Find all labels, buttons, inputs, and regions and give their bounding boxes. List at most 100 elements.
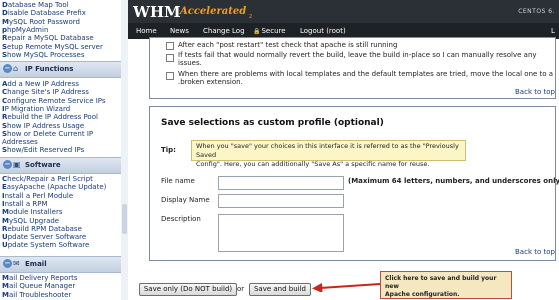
option-label: issues. bbox=[178, 59, 202, 67]
sidebar-link-text: how IP Address Usage bbox=[7, 121, 85, 130]
description-label: Description bbox=[161, 215, 201, 223]
nav-secure[interactable]: 🔒Secure bbox=[253, 27, 286, 35]
lock-icon: 🔒 bbox=[253, 28, 261, 35]
section-title: Save selections as custom profile (optio… bbox=[161, 118, 384, 128]
file-name-note: (Maximum 64 letters, numbers, and unders… bbox=[348, 177, 559, 185]
save-only-button[interactable]: Save only (Do NOT build) bbox=[139, 283, 237, 296]
nav-change-log[interactable]: Change Log bbox=[203, 27, 245, 35]
sidebar-link[interactable]: Addresses bbox=[2, 138, 38, 146]
sidebar-section-ip-functions[interactable]: − ⌂ IP Functions bbox=[0, 61, 121, 78]
nav-home[interactable]: Home bbox=[136, 27, 157, 35]
sidebar-link-text: hpMyAdmin bbox=[7, 25, 49, 34]
option-checkbox-broken-extension[interactable] bbox=[166, 72, 174, 80]
sidebar-link[interactable]: EasyApache (Apache Update) bbox=[2, 183, 106, 191]
back-to-top-link[interactable]: Back to top bbox=[515, 248, 555, 256]
sidebar-link-text: nstall a RPM bbox=[4, 199, 48, 208]
collapse-icon[interactable]: − bbox=[3, 259, 12, 268]
sidebar-link[interactable]: Rebuild RPM Database bbox=[2, 225, 82, 233]
whm-logo-version: 2 bbox=[249, 14, 253, 20]
sidebar: Database Map Tool Disable Database Prefix… bbox=[0, 0, 128, 300]
sidebar-link[interactable]: Mail Delivery Reports bbox=[2, 274, 78, 282]
sidebar-link[interactable]: Rebuild the IP Address Pool bbox=[2, 113, 98, 121]
description-textarea[interactable] bbox=[218, 214, 344, 252]
sidebar-link-text: ySQL Upgrade bbox=[8, 216, 60, 225]
sidebar-link[interactable]: Change Site's IP Address bbox=[2, 88, 89, 96]
file-name-label: File name bbox=[161, 177, 195, 185]
main-content: After each "post restart" test check tha… bbox=[128, 37, 559, 300]
option-label: .broken extension. bbox=[178, 78, 243, 86]
sidebar-link[interactable]: Show MySQL Processes bbox=[2, 51, 84, 59]
sidebar-link-initial: M bbox=[2, 290, 9, 299]
sidebar-link-text: how or Delete Current IP bbox=[7, 129, 94, 138]
sidebar-link-text: onfigure Remote Service IPs bbox=[7, 96, 106, 105]
sidebar-link-text: P Migration Wizard bbox=[4, 104, 71, 113]
sidebar-link[interactable]: IP Migration Wizard bbox=[2, 105, 70, 113]
sidebar-link-text: pdate Server Software bbox=[7, 233, 87, 242]
option-label: When there are problems with local templ… bbox=[178, 70, 554, 78]
sidebar-scrollbar[interactable] bbox=[121, 0, 128, 300]
whm-logo-accent: Accelerated bbox=[180, 6, 247, 17]
display-name-input[interactable] bbox=[218, 194, 344, 208]
sidebar-link[interactable]: Mail Troubleshooter bbox=[2, 291, 71, 299]
sidebar-link[interactable]: Update Server Software bbox=[2, 233, 86, 241]
nav-news[interactable]: News bbox=[170, 27, 189, 35]
sidebar-section-title: Software bbox=[25, 161, 61, 169]
sidebar-link[interactable]: Module Installers bbox=[2, 208, 63, 216]
sidebar-link-text: epair a MySQL Database bbox=[7, 34, 94, 43]
sidebar-scrollbar-thumb[interactable] bbox=[122, 204, 127, 234]
sidebar-section-title: Email bbox=[25, 260, 47, 268]
file-name-input[interactable] bbox=[218, 176, 344, 190]
nav-logout[interactable]: Logout (root) bbox=[300, 27, 346, 35]
option-checkbox-apache-running[interactable] bbox=[166, 42, 174, 50]
tip-box: When you "save" your choices in this int… bbox=[191, 140, 466, 168]
sidebar-link[interactable]: Mail Queue Manager bbox=[2, 282, 75, 290]
sidebar-link-text: ail Delivery Reports bbox=[8, 274, 78, 282]
sidebar-section-email[interactable]: − ✉ Email bbox=[0, 256, 121, 273]
sidebar-link-text: isable Database Prefix bbox=[7, 9, 86, 18]
app-header: WHM Accelerated 2 CENTOS 6. bbox=[128, 0, 559, 23]
sidebar-link[interactable]: Show or Delete Current IP bbox=[2, 130, 93, 138]
sidebar-link[interactable]: Check/Repair a Perl Script bbox=[2, 175, 93, 183]
sidebar-link[interactable]: Repair a MySQL Database bbox=[2, 34, 94, 42]
sidebar-link[interactable]: Add a New IP Address bbox=[2, 80, 79, 88]
sidebar-link-text: nstall a Perl Module bbox=[4, 191, 74, 200]
sidebar-link[interactable]: Disable Database Prefix bbox=[2, 9, 86, 17]
sidebar-link-text: ail Queue Manager bbox=[8, 282, 76, 291]
sidebar-link[interactable]: Install a RPM bbox=[2, 200, 47, 208]
sidebar-link[interactable]: Configure Remote Service IPs bbox=[2, 97, 106, 105]
os-label: CENTOS 6. bbox=[518, 8, 555, 15]
back-to-top-link[interactable]: Back to top bbox=[515, 88, 555, 96]
sidebar-link-text: ebuild the IP Address Pool bbox=[7, 113, 98, 122]
callout-text: Apache configuration. bbox=[385, 291, 460, 298]
sidebar-link[interactable]: Setup Remote MySQL server bbox=[2, 43, 103, 51]
sidebar-link-text: how/Edit Reserved IPs bbox=[7, 146, 85, 155]
nav-more[interactable]: L bbox=[551, 27, 555, 35]
option-label: After each "post restart" test check tha… bbox=[178, 41, 398, 49]
sidebar-link-initial: M bbox=[2, 208, 9, 217]
sidebar-link-text: asyApache (Apache Update) bbox=[6, 183, 107, 192]
option-label: If tests fail that would normally revert… bbox=[178, 51, 537, 59]
collapse-icon[interactable]: − bbox=[3, 160, 12, 169]
sidebar-link[interactable]: Install a Perl Module bbox=[2, 192, 73, 200]
sidebar-link-text: ySQL Root Password bbox=[8, 17, 80, 26]
sidebar-link[interactable]: Update System Software bbox=[2, 241, 89, 249]
option-checkbox-leave-build[interactable] bbox=[166, 54, 174, 62]
sidebar-link[interactable]: phpMyAdmin bbox=[2, 26, 48, 34]
sidebar-link[interactable]: MySQL Upgrade bbox=[2, 217, 59, 225]
sidebar-link-text: ebuild RPM Database bbox=[7, 224, 82, 233]
sidebar-section-software[interactable]: − ▣ Software bbox=[0, 157, 121, 174]
tip-text: Config". Here, you can additionally "Sav… bbox=[196, 160, 430, 168]
sidebar-link-text: Addresses bbox=[2, 138, 38, 147]
display-name-label: Display Name bbox=[161, 196, 210, 204]
sidebar-link[interactable]: MySQL Root Password bbox=[2, 18, 80, 26]
sidebar-link[interactable]: Show IP Address Usage bbox=[2, 122, 84, 130]
sidebar-link-initial: M bbox=[2, 17, 9, 26]
sidebar-link-text: hange Site's IP Address bbox=[7, 88, 89, 97]
sidebar-link[interactable]: Database Map Tool bbox=[2, 1, 69, 9]
custom-profile-box: Save selections as custom profile (optio… bbox=[149, 106, 559, 261]
annotation-callout: Click here to save and build your new Ap… bbox=[380, 271, 512, 299]
collapse-icon[interactable]: − bbox=[3, 64, 12, 73]
save-and-build-button[interactable]: Save and build bbox=[249, 283, 311, 296]
sidebar-link[interactable]: Show/Edit Reserved IPs bbox=[2, 146, 84, 154]
sidebar-link-text: pdate System Software bbox=[7, 241, 90, 250]
